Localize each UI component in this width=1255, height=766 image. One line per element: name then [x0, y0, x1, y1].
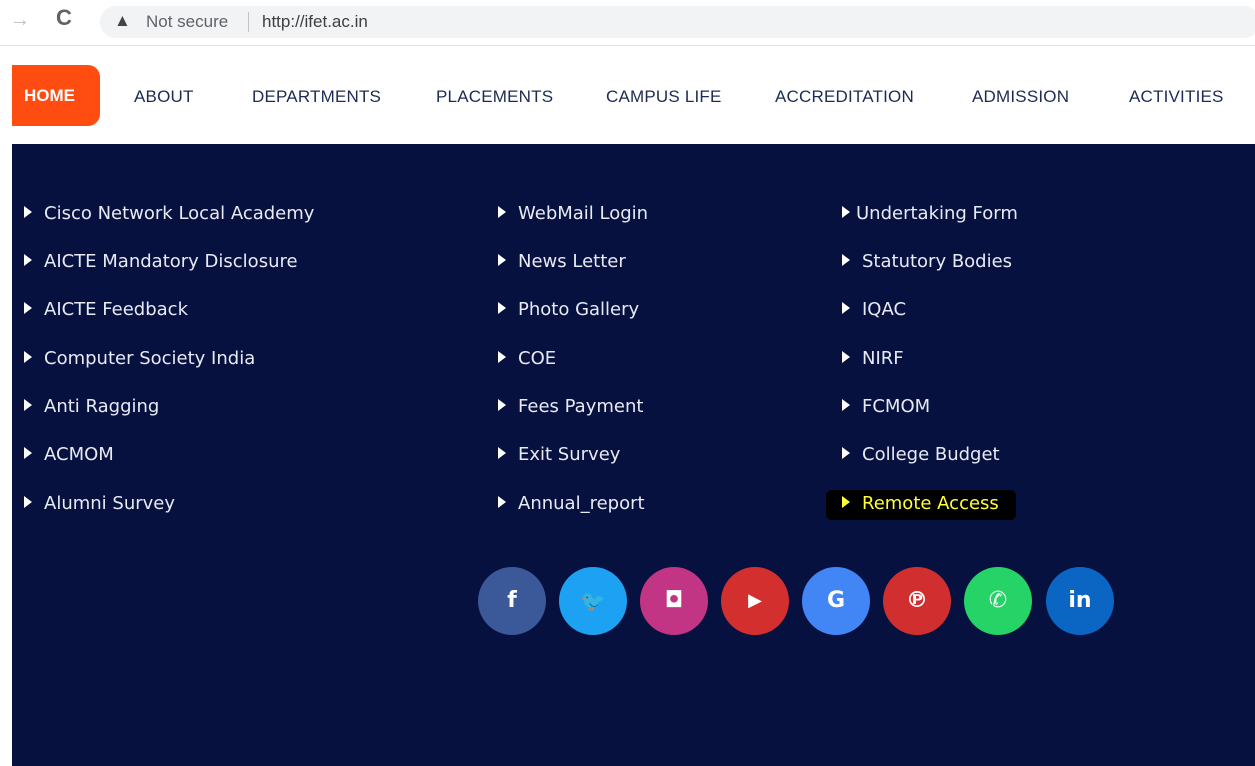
pinterest-icon[interactable]: ℗: [883, 567, 951, 635]
footer-link-label: NIRF: [862, 348, 904, 369]
footer-link[interactable]: Annual_report: [498, 493, 645, 515]
facebook-icon[interactable]: f: [478, 567, 546, 635]
caret-right-icon: [842, 399, 850, 411]
footer-link-label: Fees Payment: [518, 396, 644, 417]
footer-link-label: Remote Access: [862, 493, 999, 514]
reload-icon[interactable]: C: [56, 6, 72, 30]
footer-link[interactable]: ACMOM: [24, 444, 114, 466]
footer-link[interactable]: Alumni Survey: [24, 493, 175, 515]
linkedin-icon[interactable]: in: [1046, 567, 1114, 635]
footer-link-label: Alumni Survey: [44, 493, 176, 514]
footer-link[interactable]: Computer Society India: [24, 348, 255, 370]
footer-link-label: College Budget: [862, 444, 1000, 465]
caret-right-icon: [842, 496, 850, 508]
browser-toolbar: → C ▲ Not secure http://ifet.ac.in: [0, 0, 1255, 46]
footer-link[interactable]: AICTE Mandatory Disclosure: [24, 251, 298, 273]
footer-link[interactable]: AICTE Feedback: [24, 299, 188, 321]
whatsapp-icon[interactable]: ✆: [964, 567, 1032, 635]
footer-link-label: Anti Ragging: [44, 396, 160, 417]
caret-right-icon: [842, 254, 850, 266]
nav-home[interactable]: HOME: [12, 65, 100, 126]
footer-link-label: Cisco Network Local Academy: [44, 203, 315, 224]
footer-link[interactable]: Anti Ragging: [24, 396, 159, 418]
footer-link-label: COE: [518, 348, 557, 369]
footer-link[interactable]: WebMail Login: [498, 203, 648, 225]
caret-right-icon: [24, 206, 32, 218]
security-status[interactable]: Not secure: [146, 11, 228, 33]
caret-right-icon: [498, 496, 506, 508]
nav-departments[interactable]: DEPARTMENTS: [252, 87, 381, 107]
youtube-icon[interactable]: ▶: [721, 567, 789, 635]
nav-about[interactable]: ABOUT: [134, 87, 194, 107]
nav-admission[interactable]: ADMISSION: [972, 87, 1069, 107]
footer-link[interactable]: College Budget: [842, 444, 1000, 466]
footer-link-label: Computer Society India: [44, 348, 256, 369]
footer-link-label: ACMOM: [44, 444, 114, 465]
footer-link[interactable]: COE: [498, 348, 556, 370]
caret-right-icon: [24, 254, 32, 266]
footer-link-label: News Letter: [518, 251, 626, 272]
footer-link[interactable]: Photo Gallery: [498, 299, 639, 321]
footer-link-label: WebMail Login: [518, 203, 649, 224]
back-arrow-icon[interactable]: →: [10, 8, 30, 32]
footer-link-label: IQAC: [862, 299, 907, 320]
caret-right-icon: [842, 302, 850, 314]
nav-campus-life[interactable]: CAMPUS LIFE: [606, 87, 722, 107]
footer-link[interactable]: News Letter: [498, 251, 626, 273]
footer-link-label: Photo Gallery: [518, 299, 640, 320]
footer-link-label: Statutory Bodies: [862, 251, 1013, 272]
google-icon[interactable]: G: [802, 567, 870, 635]
instagram-icon[interactable]: ◘: [640, 567, 708, 635]
footer-link-label: AICTE Mandatory Disclosure: [44, 251, 298, 272]
footer-link[interactable]: NIRF: [842, 348, 904, 370]
caret-right-icon: [24, 351, 32, 363]
caret-right-icon: [842, 351, 850, 363]
footer-link[interactable]: FCMOM: [842, 396, 930, 418]
nav-placements[interactable]: PLACEMENTS: [436, 87, 553, 107]
nav-accreditation[interactable]: ACCREDITATION: [775, 87, 914, 107]
caret-right-icon: [842, 206, 850, 218]
footer-link-label: FCMOM: [862, 396, 931, 417]
toolbar-divider: [0, 45, 1255, 46]
footer-link-remote-access[interactable]: Remote Access: [842, 493, 999, 515]
warning-icon[interactable]: ▲: [114, 10, 131, 32]
caret-right-icon: [498, 302, 506, 314]
caret-right-icon: [498, 206, 506, 218]
caret-right-icon: [842, 447, 850, 459]
twitter-icon[interactable]: 🐦: [559, 567, 627, 635]
caret-right-icon: [498, 447, 506, 459]
footer-link-label: Exit Survey: [518, 444, 621, 465]
caret-right-icon: [498, 399, 506, 411]
footer-link[interactable]: Statutory Bodies: [842, 251, 1012, 273]
nav-activities[interactable]: ACTIVITIES: [1129, 87, 1224, 107]
footer-link-label: Undertaking Form: [856, 203, 1018, 224]
footer-link-label: Annual_report: [518, 493, 645, 514]
footer-link[interactable]: Cisco Network Local Academy: [24, 203, 314, 225]
caret-right-icon: [24, 399, 32, 411]
footer-link[interactable]: Fees Payment: [498, 396, 643, 418]
caret-right-icon: [498, 254, 506, 266]
url-text[interactable]: http://ifet.ac.in: [262, 11, 368, 33]
caret-right-icon: [24, 447, 32, 459]
footer-link[interactable]: IQAC: [842, 299, 906, 321]
caret-right-icon: [498, 351, 506, 363]
address-divider: [248, 12, 249, 32]
footer-link[interactable]: Undertaking Form: [842, 203, 1018, 225]
caret-right-icon: [24, 496, 32, 508]
footer-panel: [12, 144, 1255, 766]
caret-right-icon: [24, 302, 32, 314]
footer-link-label: AICTE Feedback: [44, 299, 188, 320]
footer-link[interactable]: Exit Survey: [498, 444, 620, 466]
